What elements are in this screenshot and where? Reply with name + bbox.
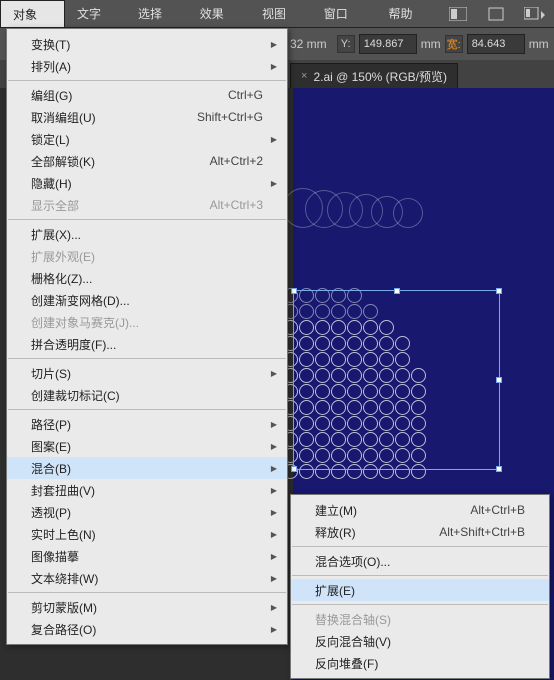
menu-type[interactable]: 文字(T) [65,0,126,28]
document-tab[interactable]: × 2.ai @ 150% (RGB/预览) [290,63,458,88]
submenu-reverse-spine[interactable]: 反向混合轴(V) [291,630,549,652]
menu-window[interactable]: 窗口(W) [312,0,377,28]
menu-help[interactable]: 帮助(H) [377,0,439,28]
width-input[interactable] [467,34,525,54]
menu-clipmask[interactable]: 剪切蒙版(M) [7,596,287,618]
selection-handle[interactable] [394,288,400,294]
menu-blend[interactable]: 混合(B) [7,457,287,479]
menu-view[interactable]: 视图(V) [250,0,312,28]
menu-textwrap[interactable]: 文本绕排(W) [7,567,287,589]
menu-object[interactable]: 对象(O) [0,0,65,28]
menu-effect[interactable]: 效果(C) [188,0,250,28]
menu-transform[interactable]: 变换(T) [7,33,287,55]
submenu-options[interactable]: 混合选项(O)... [291,550,549,572]
menu-select[interactable]: 选择(S) [126,0,188,28]
menu-expand[interactable]: 扩展(X)... [7,223,287,245]
menu-slice[interactable]: 切片(S) [7,362,287,384]
menu-hide[interactable]: 隐藏(H) [7,172,287,194]
submenu-replace-spine: 替换混合轴(S) [291,608,549,630]
menu-group[interactable]: 编组(G)Ctrl+G [7,84,287,106]
menu-arrange[interactable]: 排列(A) [7,55,287,77]
menu-showall: 显示全部Alt+Ctrl+3 [7,194,287,216]
menu-path[interactable]: 路径(P) [7,413,287,435]
tab-title: 2.ai @ 150% (RGB/预览) [313,68,447,85]
submenu-release[interactable]: 释放(R)Alt+Shift+Ctrl+B [291,521,549,543]
submenu-expand[interactable]: 扩展(E) [291,579,549,601]
selection-handle[interactable] [291,466,297,472]
field-suffix: 32 mm [290,37,327,51]
menu-mosaic: 创建对象马赛克(J)... [7,311,287,333]
arrange-docs-icon[interactable] [522,4,548,24]
menu-expand-appearance: 扩展外观(E) [7,245,287,267]
selection-handle[interactable] [496,466,502,472]
menu-rasterize[interactable]: 栅格化(Z)... [7,267,287,289]
unit: mm [529,37,549,51]
menu-envelope[interactable]: 封套扭曲(V) [7,479,287,501]
menu-gradient-mesh[interactable]: 创建渐变网格(D)... [7,289,287,311]
selection-handle[interactable] [496,288,502,294]
selection-box[interactable] [293,290,500,470]
submenu-reverse-stack[interactable]: 反向堆叠(F) [291,652,549,674]
menu-livepaint[interactable]: 实时上色(N) [7,523,287,545]
menu-pattern[interactable]: 图案(E) [7,435,287,457]
tab-close-icon[interactable]: × [301,70,307,82]
menu-cropmarks[interactable]: 创建裁切标记(C) [7,384,287,406]
unit: mm [421,37,441,51]
menu-lock[interactable]: 锁定(L) [7,128,287,150]
menubar: 对象(O) 文字(T) 选择(S) 效果(C) 视图(V) 窗口(W) 帮助(H… [0,0,554,28]
blend-submenu: 建立(M)Alt+Ctrl+B 释放(R)Alt+Shift+Ctrl+B 混合… [290,494,550,679]
selection-handle[interactable] [291,288,297,294]
width-label: 宽: [445,35,463,53]
menu-image-trace[interactable]: 图像描摹 [7,545,287,567]
menu-unlockall[interactable]: 全部解锁(K)Alt+Ctrl+2 [7,150,287,172]
menu-compound[interactable]: 复合路径(O) [7,618,287,640]
menu-ungroup[interactable]: 取消编组(U)Shift+Ctrl+G [7,106,287,128]
submenu-make[interactable]: 建立(M)Alt+Ctrl+B [291,499,549,521]
layout-icon[interactable] [445,4,471,24]
doc-icon[interactable] [483,4,509,24]
menu-flatten[interactable]: 拼合透明度(F)... [7,333,287,355]
y-label: Y: [337,35,355,53]
object-menu-dropdown: 变换(T) 排列(A) 编组(G)Ctrl+G 取消编组(U)Shift+Ctr… [6,28,288,645]
menu-perspective[interactable]: 透视(P) [7,501,287,523]
y-input[interactable] [359,34,417,54]
selection-handle[interactable] [496,377,502,383]
